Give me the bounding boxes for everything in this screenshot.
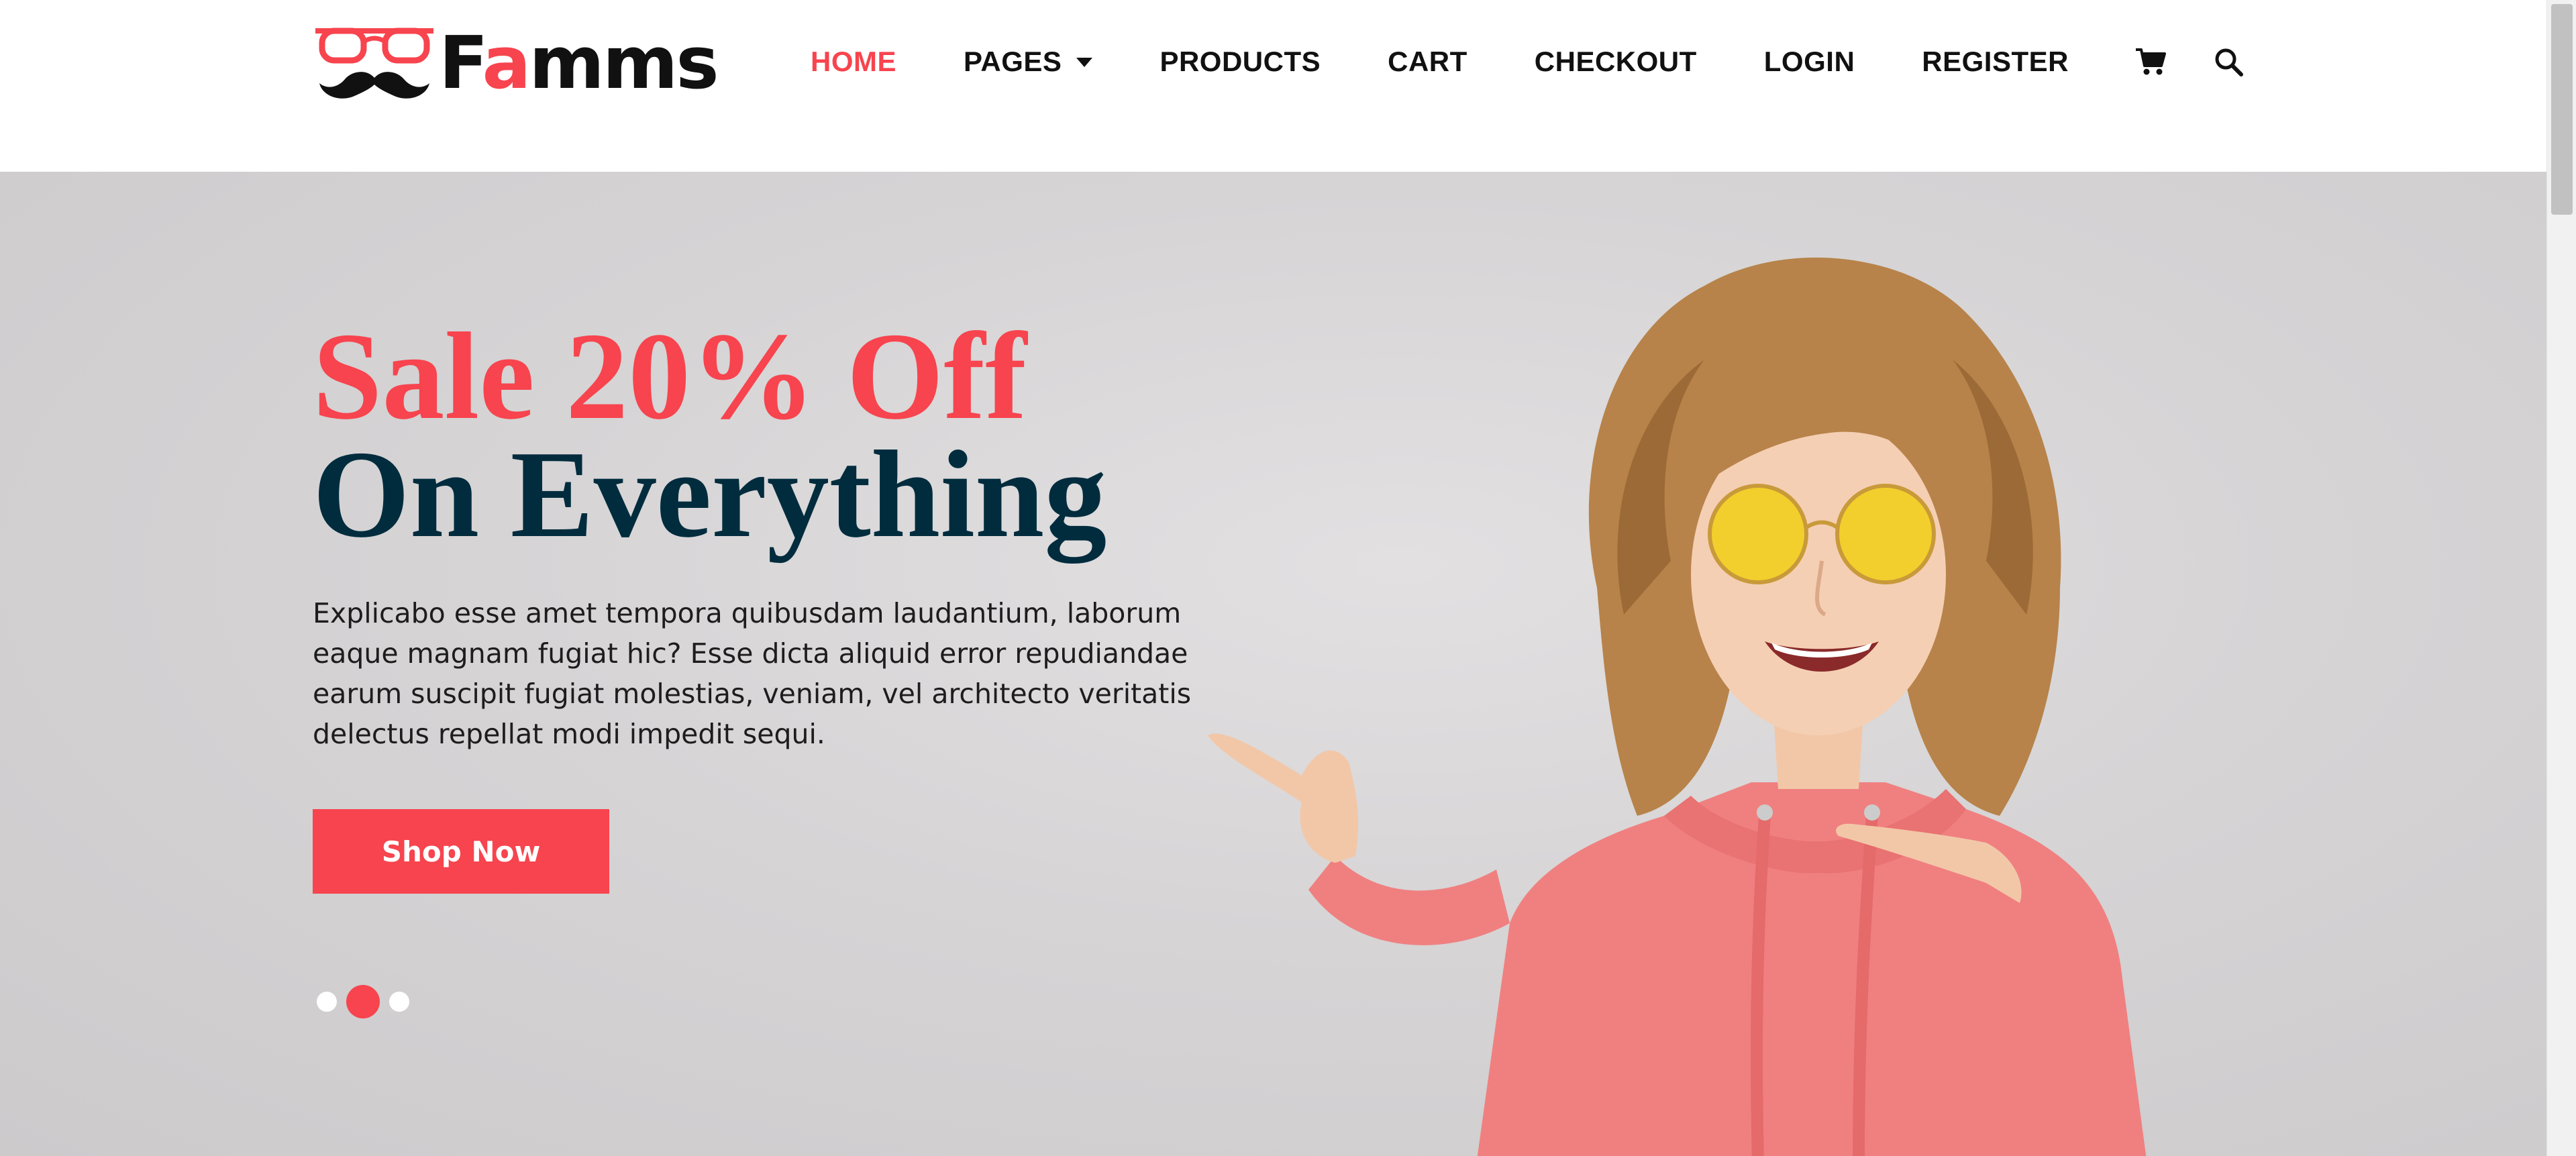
shop-now-button[interactable]: Shop Now [313, 809, 609, 894]
slider-dot-active[interactable] [346, 985, 380, 1018]
slider-dot[interactable] [317, 992, 337, 1012]
hero-headline-sale: Sale 20% Off [313, 307, 1027, 445]
slider-indicators [317, 985, 419, 1018]
hero-model-image [1208, 257, 2147, 1156]
nav-register[interactable]: REGISTER [1922, 46, 2069, 78]
search-icon[interactable] [2211, 44, 2246, 79]
nav-cart[interactable]: CART [1388, 46, 1467, 78]
hero-slider: Sale 20% Off On Everything Explicabo ess… [0, 172, 2546, 1156]
nav-home[interactable]: HOME [811, 46, 896, 78]
brand-name: Famms [439, 21, 719, 105]
page-scrollbar[interactable] [2546, 0, 2576, 1156]
scrollbar-thumb[interactable] [2551, 4, 2573, 215]
cart-icon[interactable] [2133, 44, 2168, 79]
nav-products[interactable]: PRODUCTS [1160, 46, 1321, 78]
nav-checkout[interactable]: CHECKOUT [1535, 46, 1697, 78]
chevron-down-icon [1076, 58, 1093, 67]
main-nav: HOME PAGES PRODUCTS CART CHECKOUT LOGIN … [811, 40, 2246, 83]
hero-description: Explicabo esse amet tempora quibusdam la… [313, 597, 1192, 750]
nav-login[interactable]: LOGIN [1764, 46, 1855, 78]
glasses-mustache-icon [315, 28, 433, 99]
hero-headline-everything: On Everything [313, 425, 1107, 564]
slider-dot[interactable] [389, 992, 409, 1012]
site-header: Famms HOME PAGES PRODUCTS CART CHECKOUT … [0, 0, 2546, 172]
brand-logo[interactable]: Famms [313, 21, 719, 105]
nav-pages-dropdown[interactable]: PAGES [964, 46, 1093, 78]
